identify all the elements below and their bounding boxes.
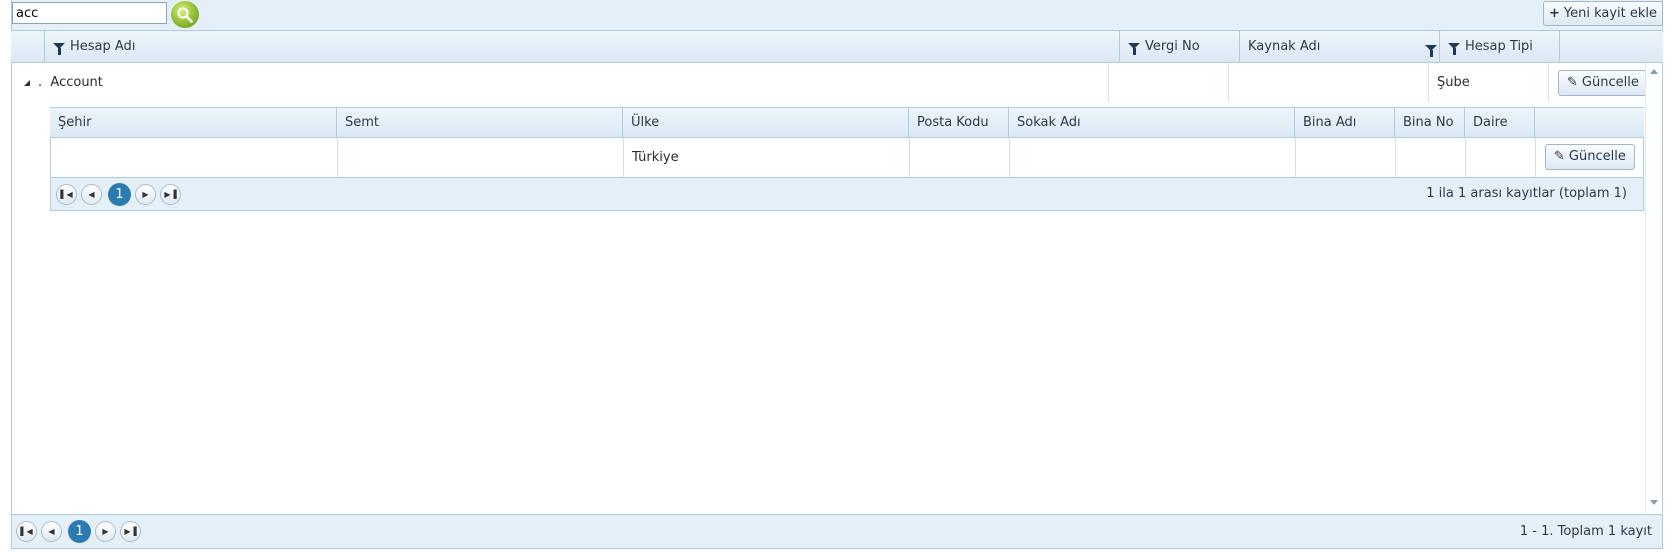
master-pager: ▌◀ ◀ 1 ▶ ▶▐ 1 - 1. Toplam 1 kayıt bbox=[12, 514, 1662, 548]
detail-bina-adi bbox=[1295, 138, 1395, 177]
last-page-icon[interactable]: ▶▐ bbox=[120, 521, 141, 542]
detail-ulke: Türkiye bbox=[623, 138, 909, 177]
add-record-button[interactable]: + Yeni kayit ekle bbox=[1543, 1, 1663, 26]
scroll-up-icon[interactable] bbox=[1650, 69, 1658, 74]
column-header-hesap-tipi[interactable]: Hesap Tipi bbox=[1439, 31, 1559, 63]
column-header-bina-no[interactable]: Bina No bbox=[1394, 108, 1464, 138]
hierarchy-header-cell bbox=[11, 31, 44, 63]
scroll-down-icon[interactable] bbox=[1650, 500, 1658, 505]
plus-icon: + bbox=[1548, 6, 1560, 21]
filter-icon[interactable] bbox=[1425, 45, 1437, 57]
update-button[interactable]: ✎ Güncelle bbox=[1558, 70, 1648, 96]
add-record-label: Yeni kayit ekle bbox=[1563, 6, 1658, 21]
column-header-actions bbox=[1559, 31, 1663, 63]
row-hesap-tipi: Şube bbox=[1428, 63, 1548, 102]
collapse-triangle-icon[interactable] bbox=[22, 78, 32, 88]
pencil-icon: ✎ bbox=[1567, 75, 1578, 90]
grid-toolbar bbox=[11, 0, 1663, 30]
row-hesap-adi: . Account bbox=[38, 75, 103, 90]
detail-daire bbox=[1465, 138, 1535, 177]
next-page-icon[interactable]: ▶ bbox=[95, 521, 116, 542]
detail-pager-info: 1 ila 1 arası kayıtlar (toplam 1) bbox=[1426, 186, 1627, 201]
vertical-scrollbar[interactable] bbox=[1645, 63, 1662, 513]
column-header-kaynak-adi[interactable]: Kaynak Adı bbox=[1239, 31, 1439, 63]
column-header-vergi-no[interactable]: Vergi No bbox=[1119, 31, 1239, 63]
filter-icon[interactable] bbox=[1448, 43, 1460, 55]
detail-sehir bbox=[51, 138, 337, 177]
first-page-icon[interactable]: ▌◀ bbox=[16, 521, 37, 542]
detail-bina-no bbox=[1395, 138, 1465, 177]
search-icon bbox=[177, 7, 193, 23]
pencil-icon: ✎ bbox=[1554, 149, 1565, 164]
filter-icon[interactable] bbox=[1128, 43, 1140, 55]
detail-update-button[interactable]: ✎ Güncelle bbox=[1545, 144, 1635, 170]
column-header-hesap-adi[interactable]: Hesap Adı bbox=[44, 31, 1119, 63]
filter-icon[interactable] bbox=[53, 43, 65, 55]
column-header-ulke[interactable]: Ülke bbox=[622, 108, 908, 138]
prev-page-icon[interactable]: ◀ bbox=[81, 184, 102, 205]
column-header-sehir[interactable]: Şehir bbox=[50, 108, 336, 138]
master-pager-info: 1 - 1. Toplam 1 kayıt bbox=[1519, 524, 1652, 539]
last-page-icon[interactable]: ▶▐ bbox=[160, 184, 181, 205]
detail-semt bbox=[337, 138, 623, 177]
detail-pager: ▌◀ ◀ 1 ▶ ▶▐ 1 ila 1 arası kayıtlar (topl… bbox=[51, 177, 1643, 210]
column-header-semt[interactable]: Semt bbox=[336, 108, 622, 138]
current-page-button[interactable]: 1 bbox=[68, 520, 91, 543]
column-header-sokak-adi[interactable]: Sokak Adı bbox=[1008, 108, 1294, 138]
first-page-icon[interactable]: ▌◀ bbox=[56, 184, 77, 205]
detail-posta-kodu bbox=[909, 138, 1009, 177]
prev-page-icon[interactable]: ◀ bbox=[41, 521, 62, 542]
column-header-daire[interactable]: Daire bbox=[1464, 108, 1534, 138]
row-kaynak-adi bbox=[1228, 63, 1428, 102]
search-button[interactable] bbox=[171, 1, 199, 28]
column-header-posta-kodu[interactable]: Posta Kodu bbox=[908, 108, 1008, 138]
master-grid-header: Hesap Adı Vergi No Kaynak Adı Hesap Tipi bbox=[11, 31, 1663, 63]
current-page-button[interactable]: 1 bbox=[108, 183, 131, 206]
next-page-icon[interactable]: ▶ bbox=[135, 184, 156, 205]
detail-sokak-adi bbox=[1009, 138, 1295, 177]
row-vergi-no bbox=[1108, 63, 1228, 102]
detail-grid-header: Şehir Semt Ülke Posta Kodu Sokak Adı Bin… bbox=[50, 108, 1644, 138]
search-input[interactable] bbox=[12, 2, 167, 24]
column-header-detail-actions bbox=[1534, 108, 1644, 138]
column-header-bina-adi[interactable]: Bina Adı bbox=[1294, 108, 1394, 138]
